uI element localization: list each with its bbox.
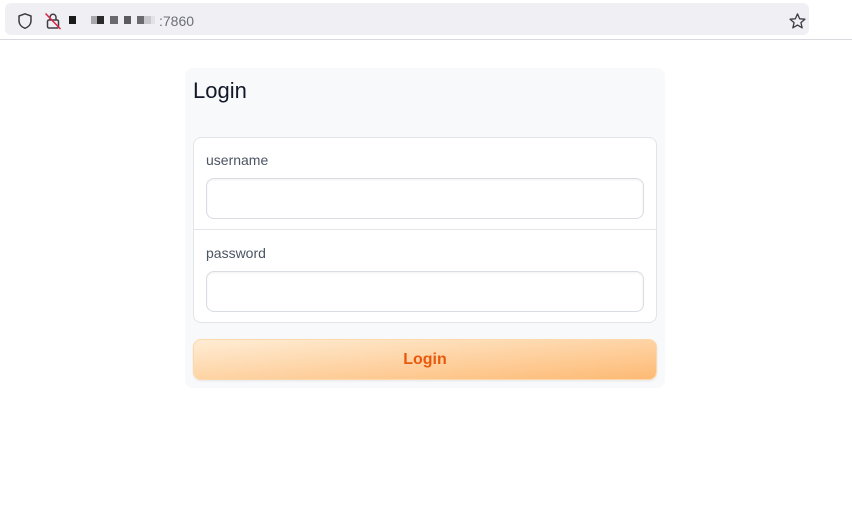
username-label: username bbox=[206, 152, 269, 168]
password-input[interactable] bbox=[206, 271, 644, 312]
username-input[interactable] bbox=[206, 178, 644, 219]
url-port: :7860 bbox=[159, 13, 195, 29]
login-button[interactable]: Login bbox=[193, 339, 657, 380]
password-field-group: password bbox=[194, 231, 656, 323]
login-title: Login bbox=[193, 78, 247, 103]
star-icon[interactable] bbox=[788, 12, 807, 31]
username-field-group: username bbox=[194, 138, 656, 230]
address-bar[interactable]: :7860 bbox=[5, 3, 809, 35]
redacted-hostname bbox=[69, 14, 155, 26]
browser-toolbar: :7860 bbox=[0, 0, 852, 40]
login-panel: Login username password Login bbox=[185, 68, 665, 388]
lock-slash-icon[interactable] bbox=[44, 12, 62, 30]
password-label: password bbox=[206, 245, 266, 261]
shield-icon[interactable] bbox=[16, 12, 34, 30]
login-form: username password bbox=[193, 137, 657, 323]
